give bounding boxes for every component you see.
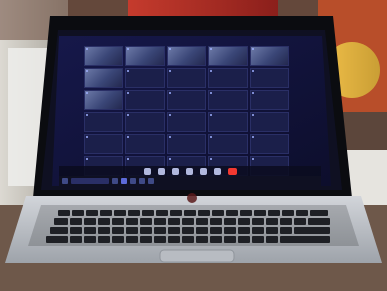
mic-status-icon: [127, 136, 130, 138]
share-screen-button[interactable]: [199, 167, 207, 175]
touchpad: [159, 249, 235, 263]
mic-status-icon: [168, 48, 171, 50]
mute-button[interactable]: [143, 167, 151, 175]
participant-tile[interactable]: [84, 68, 124, 88]
participant-tile[interactable]: [208, 90, 248, 110]
participant-tile[interactable]: [125, 90, 165, 110]
taskbar-app-icon[interactable]: [121, 178, 127, 184]
participant-tile[interactable]: [208, 112, 248, 132]
leave-button[interactable]: [227, 167, 237, 175]
mic-status-icon: [86, 136, 88, 138]
participant-tile[interactable]: [125, 68, 165, 88]
participant-tile[interactable]: [166, 112, 207, 132]
mic-status-icon: [168, 114, 171, 116]
mic-status-icon: [210, 136, 213, 138]
mic-status-icon: [86, 48, 88, 50]
participant-tile[interactable]: [84, 134, 124, 154]
mic-status-icon: [210, 114, 213, 116]
participant-tile[interactable]: [249, 68, 289, 88]
taskbar-search[interactable]: [71, 178, 109, 184]
participant-tile[interactable]: [208, 134, 248, 154]
mic-status-icon: [168, 92, 171, 94]
mic-status-icon: [168, 136, 171, 138]
start-icon[interactable]: [62, 178, 68, 184]
meeting-toolbar: [59, 166, 321, 176]
mic-status-icon: [86, 114, 88, 116]
reactions-button[interactable]: [213, 167, 221, 175]
mic-status-icon: [127, 92, 130, 94]
mic-status-icon: [251, 92, 254, 94]
laptop-screen: [59, 36, 321, 186]
mic-status-icon: [127, 70, 130, 72]
mic-status-icon: [86, 92, 88, 94]
mic-status-icon: [210, 92, 213, 94]
mic-status-icon: [168, 158, 171, 160]
mic-status-icon: [251, 114, 254, 116]
mic-status-icon: [127, 114, 130, 116]
participant-tile[interactable]: [166, 90, 207, 110]
participants-button[interactable]: [171, 167, 179, 175]
participant-tile[interactable]: [125, 46, 165, 66]
mic-status-icon: [127, 158, 130, 160]
participant-tile[interactable]: [249, 134, 289, 154]
mic-status-icon: [251, 70, 254, 72]
participant-tile[interactable]: [208, 68, 248, 88]
participant-tile[interactable]: [249, 112, 289, 132]
mic-status-icon: [86, 70, 88, 72]
participant-grid: [84, 46, 289, 176]
mic-status-icon: [210, 48, 213, 50]
taskbar-app-icon[interactable]: [148, 178, 154, 184]
taskbar-app-icon[interactable]: [139, 178, 145, 184]
taskbar-app-icon[interactable]: [112, 178, 118, 184]
video-button[interactable]: [157, 167, 165, 175]
mic-status-icon: [251, 158, 254, 160]
taskbar-app-icon[interactable]: [130, 178, 136, 184]
participant-tile[interactable]: [125, 112, 165, 132]
participant-tile[interactable]: [208, 46, 248, 66]
participant-tile[interactable]: [249, 90, 289, 110]
participant-tile[interactable]: [84, 46, 124, 66]
mic-status-icon: [168, 70, 171, 72]
os-taskbar: [59, 176, 321, 186]
mic-status-icon: [86, 158, 88, 160]
logo-mark: [187, 193, 197, 203]
mic-status-icon: [251, 136, 254, 138]
participant-tile[interactable]: [249, 46, 289, 66]
participant-tile[interactable]: [125, 134, 165, 154]
participant-tile[interactable]: [84, 90, 124, 110]
mic-status-icon: [210, 70, 213, 72]
mic-status-icon: [210, 158, 213, 160]
participant-tile[interactable]: [84, 112, 124, 132]
chat-button[interactable]: [185, 167, 193, 175]
meeting-topbar: [65, 38, 315, 44]
participant-tile[interactable]: [166, 134, 207, 154]
mic-status-icon: [127, 48, 130, 50]
mic-status-icon: [251, 48, 254, 50]
participant-tile[interactable]: [166, 46, 207, 66]
participant-tile[interactable]: [166, 68, 207, 88]
